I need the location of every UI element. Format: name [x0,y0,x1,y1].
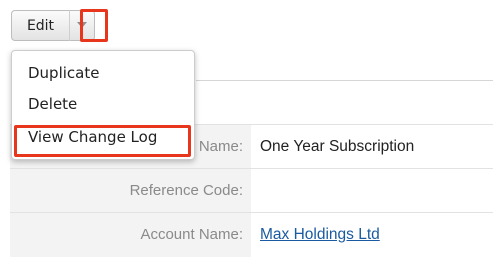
header-divider [196,80,493,81]
menu-item-delete[interactable]: Delete [28,95,77,113]
account-name-link[interactable]: Max Holdings Ltd [260,213,380,257]
view-change-log-highlight-box [14,125,191,157]
table-row-account-name: Account Name: Max Holdings Ltd [10,212,493,257]
edit-button[interactable]: Edit [11,10,69,41]
label-cell: Account Name: [10,213,251,257]
dropdown-highlight-box [80,9,108,42]
account-name-label: Account Name: [140,226,243,243]
label-cell: Reference Code: [10,169,251,213]
name-label: Name: [198,138,243,155]
menu-item-duplicate[interactable]: Duplicate [28,64,99,82]
table-row-reference-code: Reference Code: [10,168,493,213]
reference-code-label: Reference Code: [129,182,243,199]
name-value: One Year Subscription [260,138,415,155]
